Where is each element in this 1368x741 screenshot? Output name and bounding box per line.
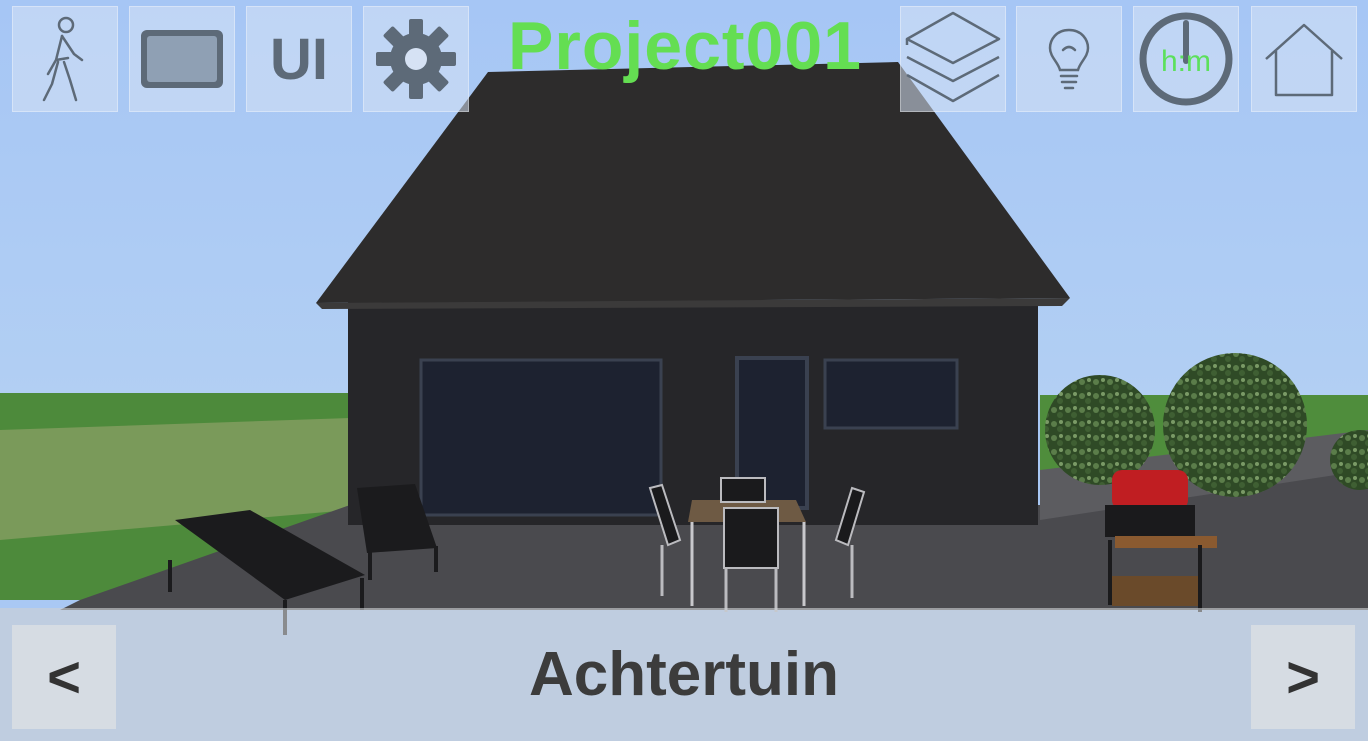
walking-person-icon [42, 16, 84, 102]
home-icon [1265, 23, 1343, 97]
chair [720, 477, 766, 503]
project-title: Project001 [508, 8, 862, 84]
barbecue-base [1112, 576, 1200, 606]
ui-toggle-label: UI [270, 26, 328, 92]
chair [723, 507, 779, 569]
screen-mode-button[interactable] [129, 6, 235, 112]
barbecue-body [1105, 505, 1195, 537]
lightbulb-icon [1048, 28, 1090, 90]
layers-icon [905, 11, 1001, 103]
ui-toggle-button[interactable]: UI [246, 6, 352, 112]
gear-icon [376, 19, 456, 99]
small-window [823, 358, 959, 430]
previous-location-button[interactable]: < [12, 625, 116, 729]
large-window [419, 358, 663, 517]
barbecue-lid [1112, 470, 1188, 510]
screen-frame-icon [141, 30, 223, 88]
time-of-day-button[interactable]: h:m [1133, 6, 1239, 112]
next-location-button[interactable]: > [1251, 625, 1355, 729]
location-name: Achtertuin [529, 640, 839, 709]
home-button[interactable] [1251, 6, 1357, 112]
settings-button[interactable] [363, 6, 469, 112]
clock-label: h:m [1160, 45, 1211, 78]
walk-mode-button[interactable] [12, 6, 118, 112]
layers-button[interactable] [900, 6, 1006, 112]
lighting-button[interactable] [1016, 6, 1122, 112]
bush [1045, 375, 1155, 485]
